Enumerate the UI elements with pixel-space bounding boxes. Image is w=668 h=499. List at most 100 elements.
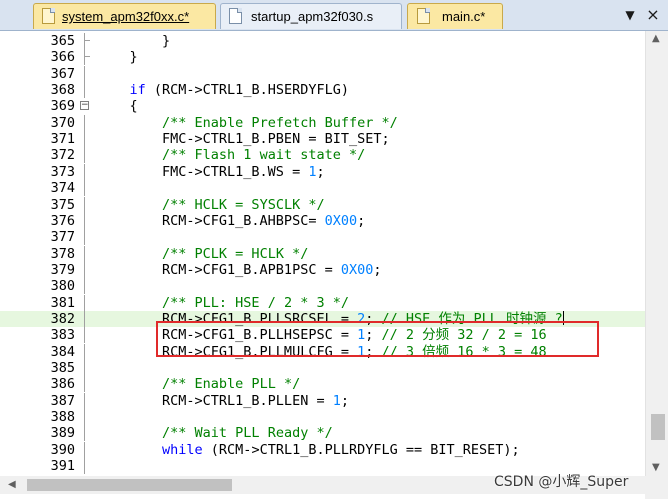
fold-guide	[84, 212, 85, 229]
scrollbar-corner	[645, 476, 668, 499]
line-number: 382	[50, 310, 75, 327]
code-line[interactable]: 365 }	[0, 33, 645, 49]
fold-guide	[84, 147, 85, 164]
fold-guide	[84, 425, 85, 442]
close-icon[interactable]: ×	[645, 5, 661, 25]
file-icon	[417, 8, 430, 24]
tab-label: main.c*	[442, 9, 486, 24]
code-line[interactable]: 386 /** Enable PLL */	[0, 376, 645, 393]
line-number: 385	[50, 360, 75, 376]
line-number: 384	[50, 343, 75, 360]
code-line[interactable]: 381 /** PLL: HSE / 2 * 3 */	[0, 294, 645, 311]
vertical-scroll-thumb[interactable]	[651, 414, 665, 440]
line-number: 373	[50, 163, 75, 180]
fold-guide	[84, 65, 85, 82]
code-text: /** Flash 1 wait state */	[162, 147, 366, 164]
code-line[interactable]: 390 while (RCM->CTRL1_B.PLLRDYFLG == BIT…	[0, 441, 645, 458]
code-line[interactable]: 378 /** PCLK = HCLK */	[0, 245, 645, 262]
line-number: 370	[50, 114, 75, 131]
code-text: /** PCLK = HCLK */	[162, 245, 309, 262]
line-number: 380	[50, 278, 75, 295]
line-number: 377	[50, 229, 75, 246]
fold-guide	[84, 131, 85, 148]
code-line[interactable]: 372 /** Flash 1 wait state */	[0, 147, 645, 164]
code-line[interactable]: 367	[0, 65, 645, 82]
code-text: FMC->CTRL1_B.PBEN = BIT_SET;	[97, 131, 390, 148]
chevron-down-icon[interactable]: ▼	[622, 5, 638, 25]
watermark: CSDN @小辉_Super	[494, 474, 629, 490]
horizontal-scroll-thumb[interactable]	[27, 479, 232, 491]
fold-guide	[84, 310, 85, 327]
fold-guide	[84, 261, 85, 278]
fold-guide	[84, 294, 85, 311]
code-editor[interactable]: 365 } 366 } 367 368 if (RCM->CTRL1_B.HSERDY…	[0, 31, 645, 476]
next-line-fragment	[0, 494, 645, 499]
tab-startup-apm32f030[interactable]: startup_apm32f030.s	[220, 3, 402, 29]
tab-main-c[interactable]: main.c*	[407, 3, 503, 29]
code-text: /** HCLK = SYSCLK */	[162, 196, 325, 213]
code-line[interactable]: 387 RCM->CTRL1_B.PLLEN = 1;	[0, 392, 645, 409]
line-number: 371	[50, 131, 75, 148]
fold-end-marker	[84, 56, 90, 58]
line-number: 390	[50, 441, 75, 458]
code-line[interactable]: 371 FMC->CTRL1_B.PBEN = BIT_SET;	[0, 131, 645, 148]
code-line[interactable]: 368 if (RCM->CTRL1_B.HSERDYFLG)	[0, 82, 645, 99]
code-line[interactable]: 388	[0, 409, 645, 426]
tab-system-apm32f0xx[interactable]: system_apm32f0xx.c*	[33, 3, 216, 29]
code-line[interactable]: 389 /** Wait PLL Ready */	[0, 425, 645, 442]
fold-guide	[84, 196, 85, 213]
fold-guide	[84, 49, 85, 66]
line-number: 367	[50, 65, 75, 82]
highlight-box	[156, 321, 599, 357]
fold-guide	[84, 82, 85, 99]
code-line[interactable]: 366 }	[0, 49, 645, 66]
line-number: 372	[50, 147, 75, 164]
fold-guide	[84, 458, 85, 475]
line-number: 374	[50, 180, 75, 197]
code-line[interactable]: 385	[0, 360, 645, 376]
code-text: /** Wait PLL Ready */	[162, 425, 333, 442]
file-icon	[42, 8, 55, 24]
line-number: 387	[50, 392, 75, 409]
code-text: }	[97, 49, 138, 66]
code-text: {	[97, 98, 138, 115]
line-number: 383	[50, 327, 75, 344]
line-number: 386	[50, 376, 75, 393]
line-number: 368	[50, 82, 75, 99]
fold-guide	[84, 33, 85, 49]
code-line[interactable]: 373 FMC->CTRL1_B.WS = 1;	[0, 163, 645, 180]
line-number: 391	[50, 458, 75, 475]
scroll-left-icon[interactable]: ◀	[8, 479, 16, 490]
code-line[interactable]: 369− {	[0, 98, 645, 114]
vertical-scrollbar[interactable]: ▲ ▼	[645, 31, 668, 476]
line-number: 365	[50, 33, 75, 49]
code-line[interactable]: 370 /** Enable Prefetch Buffer */	[0, 114, 645, 131]
code-line[interactable]: 379 RCM->CFG1_B.APB1PSC = 0X00;	[0, 261, 645, 278]
fold-guide	[84, 180, 85, 197]
fold-guide	[84, 327, 85, 344]
line-number: 389	[50, 425, 75, 442]
line-number: 379	[50, 261, 75, 278]
fold-end-marker	[84, 40, 90, 41]
fold-guide	[84, 343, 85, 360]
code-line[interactable]: 374	[0, 180, 645, 197]
code-line[interactable]: 380	[0, 278, 645, 295]
code-line[interactable]: 375 /** HCLK = SYSCLK */	[0, 196, 645, 213]
line-number: 369	[50, 98, 75, 115]
fold-guide	[84, 278, 85, 295]
code-line[interactable]: 376 RCM->CFG1_B.AHBPSC= 0X00;	[0, 212, 645, 229]
code-line[interactable]: 377	[0, 229, 645, 246]
file-icon	[229, 8, 242, 24]
line-number: 381	[50, 294, 75, 311]
scroll-down-icon[interactable]: ▼	[652, 462, 660, 473]
fold-toggle-icon[interactable]: −	[80, 101, 89, 111]
fold-guide	[84, 360, 85, 376]
line-number: 366	[50, 49, 75, 66]
tab-label: startup_apm32f030.s	[251, 9, 374, 24]
fold-guide	[84, 409, 85, 426]
scroll-up-icon[interactable]: ▲	[652, 33, 660, 44]
code-text: RCM->CFG1_B.AHBPSC= 0X00;	[97, 212, 366, 229]
tab-label: system_apm32f0xx.c*	[62, 9, 190, 24]
code-text: /** PLL: HSE / 2 * 3 */	[162, 294, 349, 311]
line-number: 388	[50, 409, 75, 426]
